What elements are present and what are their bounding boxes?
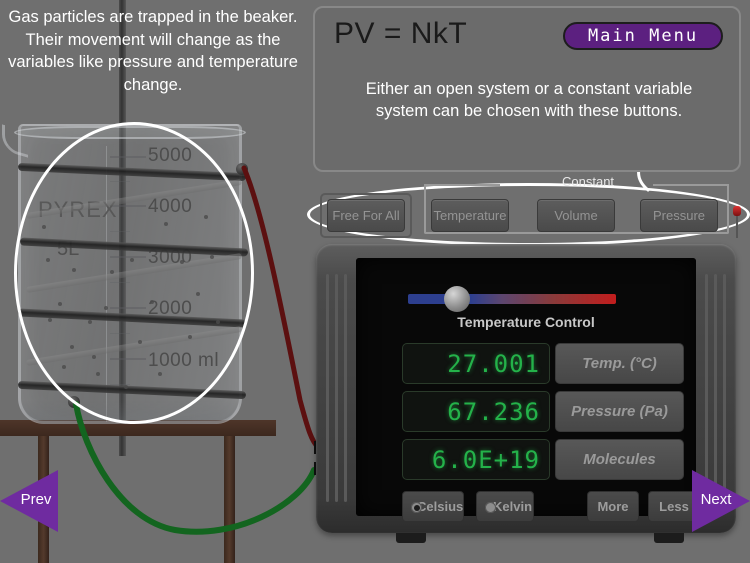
- system-button-volume[interactable]: Volume: [537, 199, 615, 232]
- unit-option-kelvin[interactable]: Kelvin: [476, 491, 534, 522]
- table-leg-right: [224, 436, 235, 563]
- unit-option-kelvin-label: Kelvin: [493, 499, 533, 514]
- temperature-slider-label: Temperature Control: [457, 314, 595, 330]
- device-foot-left: [396, 533, 426, 543]
- readout-row-molecules: 6.0E+19 Molecules: [402, 439, 684, 480]
- speaker-grille-icon: [344, 274, 347, 502]
- annotation-ellipse-beaker: [14, 122, 254, 424]
- radio-unselected-icon: [485, 502, 496, 513]
- molecules-label: Molecules: [555, 439, 684, 480]
- speaker-grille-icon: [705, 274, 708, 502]
- readout-row-temperature: 27.001 Temp. (°C): [402, 343, 684, 384]
- device-screen: Temperature Control 27.001 Temp. (°C) 67…: [356, 258, 700, 522]
- system-button-temperature[interactable]: Temperature: [431, 199, 509, 232]
- status-led-icon: [733, 206, 741, 216]
- pressure-value-display: 67.236: [402, 391, 550, 432]
- more-button[interactable]: More: [587, 491, 639, 522]
- left-instruction-caption: Gas particles are trapped in the beaker.…: [8, 8, 298, 94]
- coil-terminal-top: [236, 163, 248, 175]
- readout-row-pressure: 67.236 Pressure (Pa): [402, 391, 684, 432]
- system-button-pressure[interactable]: Pressure: [640, 199, 718, 232]
- temperature-unit-label: Temp. (°C): [555, 343, 684, 384]
- simulation-screen: 5000 4000 3000 2000 1000 ml PYREX 5L Gas…: [0, 0, 750, 563]
- temperature-slider-track[interactable]: [408, 294, 616, 304]
- instruction-panel: PV = NkT Main Menu Either an open system…: [313, 6, 741, 172]
- prev-button-label[interactable]: Prev: [14, 491, 58, 508]
- unit-option-celsius[interactable]: Celsius: [402, 491, 464, 522]
- radio-selected-icon: [411, 502, 422, 513]
- control-device: Temperature Control 27.001 Temp. (°C) 67…: [316, 244, 736, 533]
- main-menu-button[interactable]: Main Menu: [563, 22, 723, 50]
- system-button-free-for-all[interactable]: Free For All: [327, 199, 405, 232]
- unit-option-celsius-label: Celsius: [417, 499, 464, 514]
- molecules-value-display: 6.0E+19: [402, 439, 550, 480]
- temperature-value-display: 27.001: [402, 343, 550, 384]
- temperature-slider-knob[interactable]: [444, 286, 470, 312]
- pressure-unit-label: Pressure (Pa): [555, 391, 684, 432]
- speaker-grille-icon: [714, 274, 717, 502]
- speaker-grille-icon: [326, 274, 329, 502]
- status-led-stem: [736, 216, 738, 238]
- ideal-gas-equation: PV = NkT: [334, 17, 468, 50]
- constant-group-label: Constant: [562, 174, 615, 189]
- speaker-grille-icon: [335, 274, 338, 502]
- next-button-label[interactable]: Next: [694, 491, 738, 508]
- speaker-grille-icon: [723, 274, 726, 502]
- instruction-panel-text: Either an open system or a constant vari…: [365, 80, 693, 120]
- device-foot-right: [654, 533, 684, 543]
